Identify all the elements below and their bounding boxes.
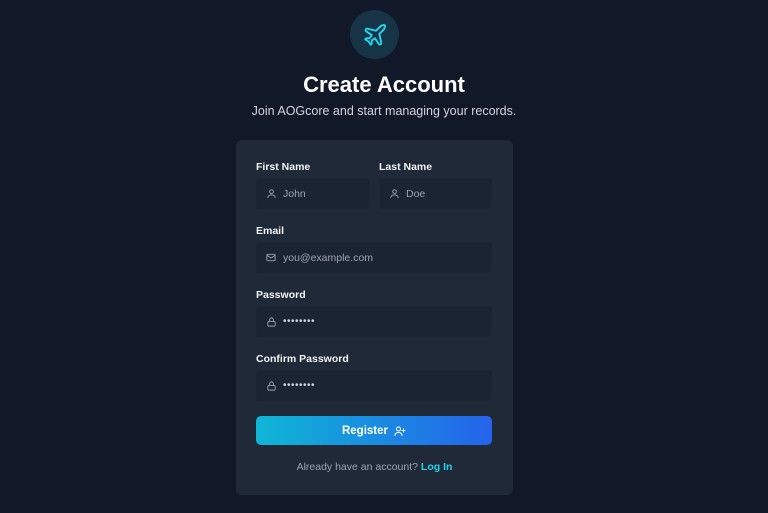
- user-plus-icon: [394, 425, 406, 437]
- page-subtitle: Join AOGcore and start managing your rec…: [251, 104, 517, 118]
- email-label: Email: [256, 225, 285, 237]
- last-name-label: Last Name: [379, 161, 433, 173]
- login-prompt: Already have an account? Log In: [236, 461, 513, 473]
- email-placeholder: you@example.com: [283, 251, 374, 264]
- lock-icon: [265, 316, 277, 328]
- password-label: Password: [256, 289, 306, 301]
- register-card: First Name John Last Name Doe Email you@…: [236, 140, 513, 495]
- confirm-password-value: ••••••••: [283, 380, 316, 391]
- register-button-label: Register: [341, 424, 389, 437]
- login-link[interactable]: Log In: [421, 461, 453, 473]
- user-icon: [388, 188, 400, 200]
- user-icon: [265, 188, 277, 200]
- first-name-placeholder: John: [283, 187, 306, 200]
- confirm-password-field[interactable]: ••••••••: [256, 370, 492, 401]
- password-value: ••••••••: [283, 316, 316, 327]
- last-name-field[interactable]: Doe: [379, 178, 492, 209]
- register-page: Create Account Join AOGcore and start ma…: [0, 0, 768, 513]
- page-title: Create Account: [303, 72, 465, 97]
- first-name-label: First Name: [256, 161, 311, 173]
- login-prompt-text: Already have an account?: [296, 461, 418, 473]
- first-name-field[interactable]: John: [256, 178, 370, 209]
- airplane-logo-icon: [350, 10, 399, 59]
- confirm-password-label: Confirm Password: [256, 353, 349, 365]
- email-field[interactable]: you@example.com: [256, 242, 492, 273]
- password-field[interactable]: ••••••••: [256, 306, 492, 337]
- lock-icon: [265, 380, 277, 392]
- register-button[interactable]: Register: [256, 416, 492, 445]
- mail-icon: [265, 252, 277, 264]
- last-name-placeholder: Doe: [406, 187, 426, 200]
